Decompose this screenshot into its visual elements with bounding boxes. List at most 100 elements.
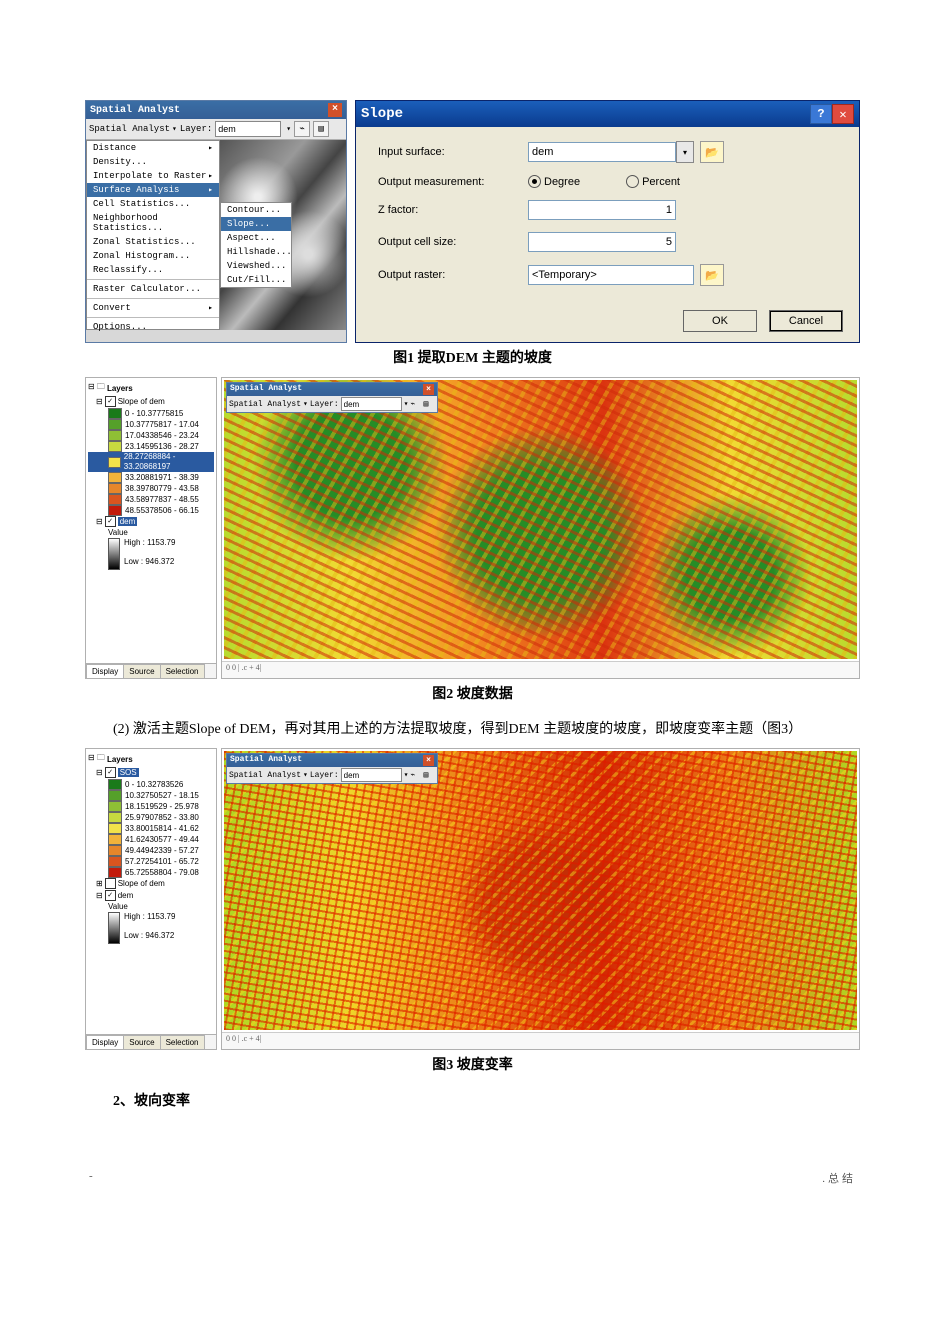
layer-sos[interactable]: SOS — [118, 768, 139, 777]
legend-class-item[interactable]: 48.55378506 - 66.15 — [88, 505, 214, 516]
close-icon[interactable]: × — [423, 755, 434, 766]
legend-class-item[interactable]: 49.44942339 - 57.27 — [88, 845, 214, 856]
spatial-analyst-menu-button[interactable]: Spatial Analyst ▾ — [89, 124, 177, 134]
layer-checkbox[interactable] — [105, 516, 116, 527]
histogram-tool-icon[interactable]: ▤ — [423, 770, 434, 781]
output-cell-size-input[interactable] — [528, 232, 676, 252]
menu-item-reclassify[interactable]: Reclassify... — [87, 263, 219, 277]
menu-item-convert[interactable]: Convert▸ — [87, 301, 219, 315]
legend-class-item[interactable]: 18.1519529 - 25.978 — [88, 801, 214, 812]
footer-left: - — [89, 1170, 93, 1186]
open-folder-icon[interactable]: 📂 — [700, 264, 724, 286]
tab-source[interactable]: Source — [123, 1035, 160, 1049]
cancel-button[interactable]: Cancel — [769, 310, 843, 332]
submenu-hillshade[interactable]: Hillshade... — [221, 245, 291, 259]
legend-class-item[interactable]: 0 - 10.37775815 — [88, 408, 214, 419]
contour-tool-icon[interactable]: ⌁ — [410, 399, 421, 410]
chevron-down-icon[interactable]: ▾ — [286, 124, 291, 134]
layers-root: Layers — [107, 384, 133, 393]
layer-checkbox[interactable] — [105, 890, 116, 901]
contour-tool-icon[interactable]: ⌁ — [294, 121, 310, 137]
dem-high-value: High : 1153.79 — [124, 538, 175, 547]
layer-combo[interactable] — [215, 121, 281, 137]
submenu-aspect[interactable]: Aspect... — [221, 231, 291, 245]
legend-class-item[interactable]: 28.27268884 - 33.20868197 — [88, 452, 214, 472]
chevron-down-icon: ▾ — [172, 124, 177, 134]
menu-item-raster-calculator[interactable]: Raster Calculator... — [87, 282, 219, 296]
ok-button[interactable]: OK — [683, 310, 757, 332]
legend-class-item[interactable]: 38.39780779 - 43.58 — [88, 483, 214, 494]
legend-swatch — [108, 430, 122, 441]
legend-class-item[interactable]: 65.72558804 - 79.08 — [88, 867, 214, 878]
layer-combo[interactable] — [341, 397, 402, 411]
map-view-fig2: Spatial Analyst× Spatial Analyst▾ Layer:… — [221, 377, 860, 679]
surface-analysis-submenu: Contour... Slope... Aspect... Hillshade.… — [220, 202, 292, 288]
chevron-down-icon[interactable]: ▾ — [404, 399, 409, 409]
layer-label: Layer: — [180, 124, 212, 134]
menu-item-zonal-histogram[interactable]: Zonal Histogram... — [87, 249, 219, 263]
layer-checkbox[interactable] — [105, 767, 116, 778]
close-icon[interactable]: × — [423, 384, 434, 395]
menu-item-interpolate[interactable]: Interpolate to Raster▸ — [87, 169, 219, 183]
menu-item-cell-statistics[interactable]: Cell Statistics... — [87, 197, 219, 211]
legend-class-item[interactable]: 57.27254101 - 65.72 — [88, 856, 214, 867]
submenu-viewshed[interactable]: Viewshed... — [221, 259, 291, 273]
menu-item-neighborhood-statistics[interactable]: Neighborhood Statistics... — [87, 211, 219, 235]
submenu-cutfill[interactable]: Cut/Fill... — [221, 273, 291, 287]
open-folder-icon[interactable]: 📂 — [700, 141, 724, 163]
histogram-tool-icon[interactable]: ▤ — [313, 121, 329, 137]
window-titlebar: Spatial Analyst × — [86, 101, 346, 119]
slope-raster-map[interactable] — [224, 380, 857, 659]
chevron-down-icon[interactable]: ▾ — [404, 770, 409, 780]
layer-combo[interactable] — [341, 768, 402, 782]
legend-class-item[interactable]: 33.20881971 - 38.39 — [88, 472, 214, 483]
legend-range-label: 65.72558804 - 79.08 — [125, 868, 199, 878]
tab-display[interactable]: Display — [86, 1035, 124, 1049]
input-surface-combo[interactable] — [528, 142, 676, 162]
legend-class-item[interactable]: 17.04338546 - 23.24 — [88, 430, 214, 441]
tab-selection[interactable]: Selection — [160, 1035, 205, 1049]
layer-slope-of-dem[interactable]: Slope of dem — [118, 879, 165, 888]
layer-checkbox[interactable] — [105, 396, 116, 407]
legend-class-item[interactable]: 10.32750527 - 18.15 — [88, 790, 214, 801]
legend-range-label: 0 - 10.37775815 — [125, 409, 183, 419]
contour-tool-icon[interactable]: ⌁ — [410, 770, 421, 781]
legend-range-label: 49.44942339 - 57.27 — [125, 846, 199, 856]
legend-class-item[interactable]: 43.58977837 - 48.55 — [88, 494, 214, 505]
submenu-contour[interactable]: Contour... — [221, 203, 291, 217]
menu-item-density[interactable]: Density... — [87, 155, 219, 169]
layer-dem[interactable]: dem — [118, 517, 138, 526]
legend-class-item[interactable]: 41.62430577 - 49.44 — [88, 834, 214, 845]
percent-radio[interactable]: Percent — [626, 175, 680, 188]
legend-range-label: 43.58977837 - 48.55 — [125, 495, 199, 505]
tab-display[interactable]: Display — [86, 664, 124, 678]
layer-dem[interactable]: dem — [118, 891, 134, 900]
legend-range-label: 33.80015814 - 41.62 — [125, 824, 199, 834]
legend-class-item[interactable]: 0 - 10.32783526 — [88, 779, 214, 790]
output-raster-input[interactable] — [528, 265, 694, 285]
tab-source[interactable]: Source — [123, 664, 160, 678]
spatial-analyst-toolbar-floating[interactable]: Spatial Analyst× Spatial Analyst▾ Layer:… — [226, 753, 438, 784]
close-icon[interactable]: ✕ — [832, 104, 854, 124]
spatial-analyst-toolbar-floating[interactable]: Spatial Analyst× Spatial Analyst▾ Layer:… — [226, 382, 438, 413]
legend-class-item[interactable]: 10.37775817 - 17.04 — [88, 419, 214, 430]
legend-class-item[interactable]: 23.14595136 - 28.27 — [88, 441, 214, 452]
histogram-tool-icon[interactable]: ▤ — [423, 399, 434, 410]
close-icon[interactable]: × — [328, 103, 342, 117]
menu-item-surface-analysis[interactable]: Surface Analysis▸ — [87, 183, 219, 197]
window-title: Spatial Analyst — [90, 105, 180, 116]
menu-item-zonal-statistics[interactable]: Zonal Statistics... — [87, 235, 219, 249]
chevron-down-icon[interactable]: ▾ — [676, 141, 694, 163]
layer-slope-of-dem[interactable]: Slope of dem — [118, 397, 165, 406]
submenu-slope[interactable]: Slope... — [221, 217, 291, 231]
help-icon[interactable]: ? — [810, 104, 832, 124]
legend-class-item[interactable]: 25.97907852 - 33.80 — [88, 812, 214, 823]
legend-class-item[interactable]: 33.80015814 - 41.62 — [88, 823, 214, 834]
menu-item-options[interactable]: Options... — [87, 320, 219, 334]
slope-of-slope-raster-map[interactable] — [224, 751, 857, 1030]
layer-checkbox[interactable] — [105, 878, 116, 889]
menu-item-distance[interactable]: Distance▸ — [87, 141, 219, 155]
z-factor-input[interactable] — [528, 200, 676, 220]
tab-selection[interactable]: Selection — [160, 664, 205, 678]
degree-radio[interactable]: Degree — [528, 175, 580, 188]
